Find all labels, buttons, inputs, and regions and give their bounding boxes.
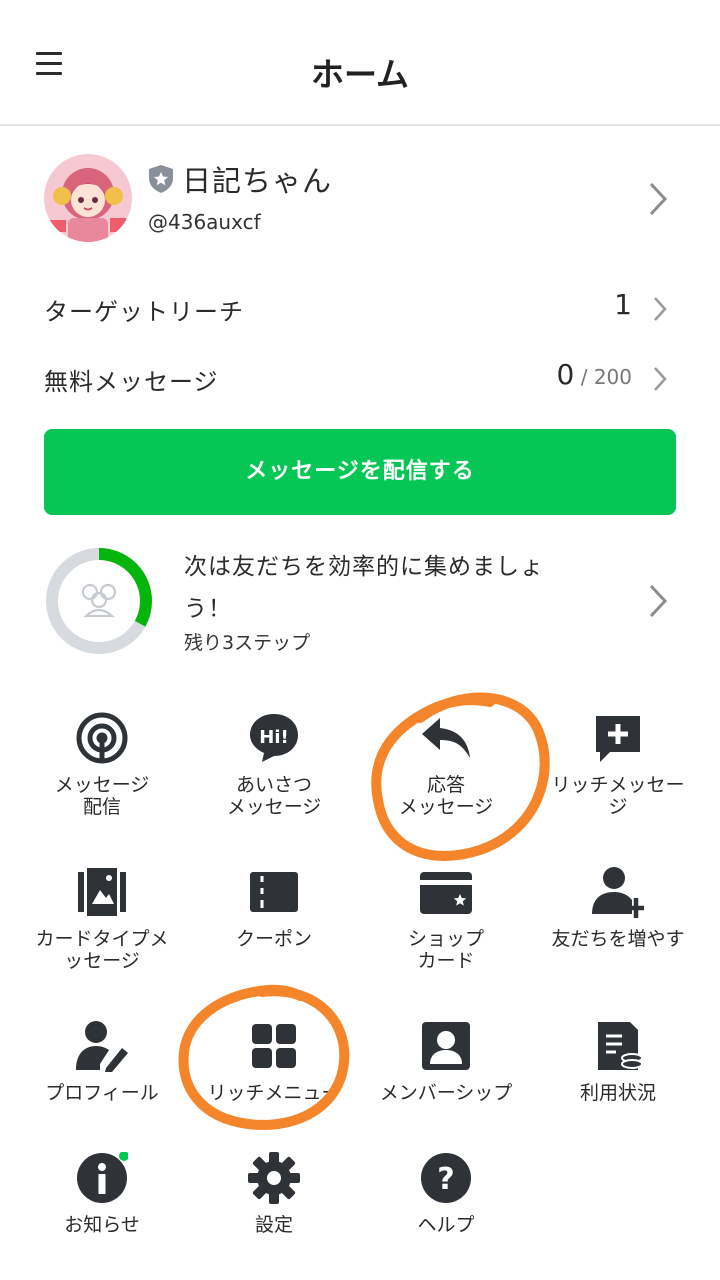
menu-label: 応答 メッセージ bbox=[398, 774, 494, 818]
shop-card-icon bbox=[420, 866, 472, 918]
friends-icon bbox=[81, 583, 117, 618]
free-message-row[interactable]: 無料メッセージ 0 / 200 bbox=[0, 354, 720, 404]
menu-card-message[interactable]: カードタイプメ ッセージ bbox=[16, 866, 188, 996]
menu-label: リッチメニュー bbox=[207, 1082, 341, 1104]
chevron-right-icon bbox=[652, 296, 668, 322]
membership-icon bbox=[420, 1020, 472, 1072]
menu-label: 設定 bbox=[254, 1214, 293, 1236]
profile-edit-icon bbox=[76, 1020, 128, 1072]
account-card[interactable]: 日記ちゃん @436auxcf bbox=[0, 150, 720, 250]
menu-label: 利用状況 bbox=[579, 1082, 656, 1104]
send-message-button[interactable]: メッセージを配信する bbox=[44, 429, 676, 515]
gear-icon bbox=[248, 1152, 300, 1204]
menu-label: 友だちを増やす bbox=[551, 928, 685, 950]
menu-help[interactable]: ? ヘルプ bbox=[360, 1152, 532, 1280]
stat-label: ターゲットリーチ bbox=[44, 298, 244, 326]
coupon-icon bbox=[248, 866, 300, 918]
menu-greeting-message[interactable]: Hi! あいさつ メッセージ bbox=[188, 712, 360, 842]
menu-label: ヘルプ bbox=[417, 1214, 475, 1236]
avatar bbox=[44, 154, 132, 242]
menu-message-broadcast[interactable]: メッセージ 配信 bbox=[16, 712, 188, 842]
hi-bubble-icon: Hi! bbox=[248, 712, 300, 764]
svg-text:Hi!: Hi! bbox=[259, 727, 288, 748]
reply-arrow-icon bbox=[420, 712, 472, 764]
stat-value: 0 / 200 bbox=[556, 358, 632, 391]
app-header: ホーム bbox=[0, 0, 720, 126]
info-icon bbox=[76, 1151, 129, 1204]
menu-profile[interactable]: プロフィール bbox=[16, 1020, 188, 1150]
add-message-icon bbox=[592, 712, 644, 764]
help-icon: ? bbox=[420, 1152, 472, 1204]
account-name: 日記ちゃん bbox=[182, 164, 333, 198]
onboarding-progress[interactable]: 次は友だちを効率的に集めましょ う！ 残り3ステップ bbox=[0, 540, 720, 664]
chevron-right-icon bbox=[648, 584, 668, 618]
menu-usage[interactable]: 利用状況 bbox=[532, 1020, 704, 1150]
menu-label: お知らせ bbox=[64, 1214, 140, 1236]
chevron-right-icon bbox=[648, 182, 668, 216]
target-reach-row[interactable]: ターゲットリーチ 1 bbox=[0, 284, 720, 334]
stat-label: 無料メッセージ bbox=[44, 368, 219, 396]
progress-remaining: 残り3ステップ bbox=[184, 632, 311, 654]
menu-coupon[interactable]: クーポン bbox=[188, 866, 360, 996]
menu-label: ショップ カード bbox=[407, 928, 484, 972]
progress-title: 次は友だちを効率的に集めましょ う！ bbox=[184, 554, 544, 622]
account-id: @436auxcf bbox=[148, 210, 261, 234]
menu-label: メンバーシップ bbox=[379, 1082, 513, 1104]
chevron-right-icon bbox=[652, 366, 668, 392]
card-stack-icon bbox=[76, 866, 128, 918]
add-friend-icon bbox=[592, 866, 644, 918]
shield-badge-icon bbox=[147, 164, 175, 194]
menu-label: メッセージ 配信 bbox=[54, 774, 150, 818]
menu-rich-menu[interactable]: リッチメニュー bbox=[188, 1020, 360, 1150]
menu-membership[interactable]: メンバーシップ bbox=[360, 1020, 532, 1150]
menu-add-friends[interactable]: 友だちを増やす bbox=[532, 866, 704, 996]
menu-rich-message[interactable]: リッチメッセージ bbox=[532, 712, 704, 842]
menu-notices[interactable]: お知らせ bbox=[16, 1151, 188, 1280]
menu-label: プロフィール bbox=[45, 1082, 159, 1104]
broadcast-icon bbox=[76, 712, 128, 764]
page-title: ホーム bbox=[310, 55, 409, 94]
menu-settings[interactable]: 設定 bbox=[188, 1152, 360, 1280]
menu-label: リッチメッセージ bbox=[551, 774, 685, 818]
menu-label: クーポン bbox=[235, 928, 312, 950]
stat-value: 1 bbox=[614, 288, 632, 321]
menu-label: カードタイプメ ッセージ bbox=[35, 928, 169, 972]
menu-auto-reply[interactable]: 応答 メッセージ bbox=[360, 712, 532, 842]
svg-text:?: ? bbox=[437, 1162, 454, 1197]
menu-shop-card[interactable]: ショップ カード bbox=[360, 866, 532, 996]
grid-menu-icon bbox=[248, 1020, 300, 1072]
usage-icon bbox=[592, 1020, 644, 1072]
menu-label: あいさつ メッセージ bbox=[226, 774, 322, 818]
progress-ring bbox=[44, 546, 154, 656]
